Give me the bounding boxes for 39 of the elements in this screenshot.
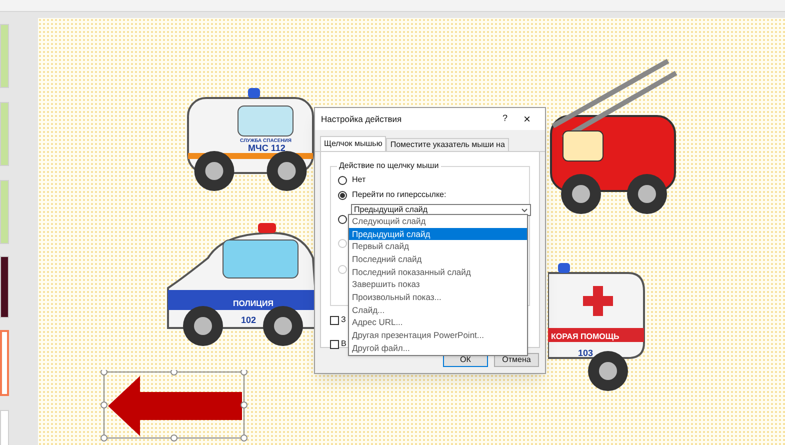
selection-frame[interactable] [100,370,248,442]
radio-button[interactable] [338,215,347,224]
checkbox-label: В [341,338,346,350]
checkbox-label: З [341,314,346,326]
radio-button[interactable] [338,190,347,200]
list-option[interactable]: Произвольный показ... [349,291,527,304]
radio-label: Перейти по гиперссылке: [352,189,446,201]
radio-button[interactable] [338,176,347,184]
vehicle-label: 102 [241,315,256,325]
list-option[interactable]: Первый слайд [349,240,527,254]
slide-thumbnail[interactable] [0,330,9,396]
list-option[interactable]: Адрес URL... [349,316,527,330]
vehicle-label: 103 [578,348,594,358]
list-option[interactable]: Предыдущий слайд [349,228,527,240]
list-option[interactable]: Слайд... [349,304,527,316]
tab[interactable]: Поместите указатель мыши на [386,138,509,151]
checkbox[interactable] [330,316,339,324]
list-option[interactable]: Другая презентация PowerPoint... [349,329,527,342]
group-title: Действие по щелчку мыши [337,160,441,172]
list-option[interactable]: Последний показанный слайд [349,266,527,278]
vehicle-label: ПОЛИЦИЯ [233,299,274,308]
list-option[interactable]: Следующий слайд [349,215,527,228]
list-option[interactable]: Завершить показ [349,278,527,292]
dialog-title: Настройка действия [321,112,403,126]
slide-thumbnail[interactable] [0,256,9,318]
slide-thumbnail[interactable] [0,180,9,244]
list-option[interactable]: Другой файл... [349,342,527,355]
close-button[interactable]: × [515,110,539,128]
slide-thumbnail[interactable] [0,410,9,445]
checkbox[interactable] [330,340,339,348]
tab[interactable]: Щелчок мышью [320,136,386,151]
slide-thumbnail[interactable] [0,102,9,166]
left-arrow-shape[interactable] [108,376,242,436]
vehicle-label: МЧС 112 [248,143,286,153]
vehicle-label: КОРАЯ ПОМОЩЬ [551,332,620,341]
help-button[interactable]: ? [495,112,515,126]
slide-thumbnail[interactable] [0,24,9,88]
radio-label: Нет [352,174,366,186]
list-option[interactable]: Последний слайд [349,253,527,266]
